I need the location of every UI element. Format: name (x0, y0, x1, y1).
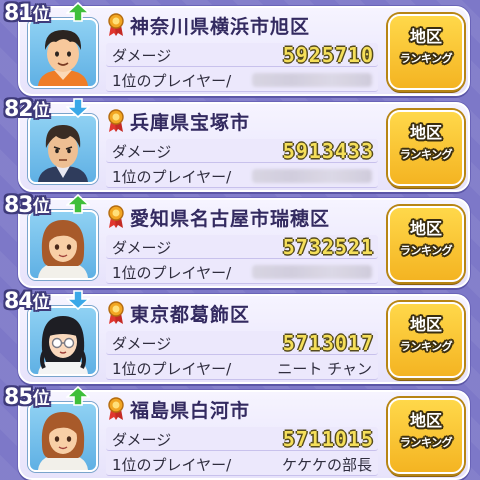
top-player-row: 1位のプレイヤー/ (106, 164, 378, 188)
man-avatar (28, 114, 98, 184)
region-name: 神奈川県横浜市旭区 (130, 16, 311, 38)
damage-row: ダメージ 5913433 (106, 139, 378, 163)
top-player-label: 1位のプレイヤー/ (112, 360, 232, 378)
blurred-player-name (252, 169, 372, 183)
medal-icon (108, 13, 124, 36)
ranking-row: 84位 東京都葛飾区 ダメージ 5713017 1位のプレイヤー/ ニート チャ… (0, 288, 480, 384)
down-arrow-icon (66, 290, 90, 310)
top-player-label: 1位のプレイヤー/ (112, 72, 232, 90)
rank-number: 85位 (4, 385, 50, 410)
blurred-player-name (252, 265, 372, 279)
district-ranking-button[interactable]: 地区 ランキング (388, 302, 464, 378)
ranking-list: 81位 神奈川県横浜市旭区 ダメージ 5925710 1位のプレイヤー/ 地区 … (0, 0, 480, 480)
damage-label: ダメージ (112, 143, 172, 161)
top-player-row: 1位のプレイヤー/ ニート チャン (106, 356, 378, 380)
damage-value: 5913433 (282, 139, 374, 163)
damage-value: 5732521 (282, 235, 374, 259)
rank-number: 84位 (4, 289, 50, 314)
damage-value: 5711015 (282, 427, 374, 451)
rank-number: 83位 (4, 193, 50, 218)
rank-number: 82位 (4, 97, 50, 122)
ranking-row: 82位 兵庫県宝塚市 ダメージ 5913433 1位のプレイヤー/ 地区 ランキ… (0, 96, 480, 192)
district-ranking-button[interactable]: 地区 ランキング (388, 206, 464, 282)
damage-label: ダメージ (112, 335, 172, 353)
region-name: 東京都葛飾区 (130, 304, 251, 326)
up-arrow-icon (66, 194, 90, 214)
district-ranking-button[interactable]: 地区 ランキング (388, 110, 464, 186)
damage-value: 5925710 (282, 43, 374, 67)
blurred-player-name (252, 73, 372, 87)
top-player-label: 1位のプレイヤー/ (112, 264, 232, 282)
medal-icon (108, 397, 124, 420)
damage-row: ダメージ 5713017 (106, 331, 378, 355)
ranking-row: 85位 福島県白河市 ダメージ 5711015 1位のプレイヤー/ ケケケの部長… (0, 384, 480, 480)
ranking-row: 81位 神奈川県横浜市旭区 ダメージ 5925710 1位のプレイヤー/ 地区 … (0, 0, 480, 96)
medal-icon (108, 301, 124, 324)
top-player-label: 1位のプレイヤー/ (112, 456, 232, 474)
damage-row: ダメージ 5732521 (106, 235, 378, 259)
region-name: 兵庫県宝塚市 (130, 112, 251, 134)
damage-row: ダメージ 5925710 (106, 43, 378, 67)
up-arrow-icon (66, 2, 90, 22)
damage-label: ダメージ (112, 47, 172, 65)
top-player-label: 1位のプレイヤー/ (112, 168, 232, 186)
rank-number: 81位 (4, 1, 50, 26)
top-player-row: 1位のプレイヤー/ ケケケの部長 (106, 452, 378, 476)
medal-icon (108, 205, 124, 228)
damage-value: 5713017 (282, 331, 374, 355)
damage-label: ダメージ (112, 239, 172, 257)
top-player-name: ニート チャン (277, 360, 372, 378)
district-ranking-button[interactable]: 地区 ランキング (388, 398, 464, 474)
medal-icon (108, 109, 124, 132)
region-name: 愛知県名古屋市瑞穂区 (130, 208, 331, 230)
damage-label: ダメージ (112, 431, 172, 449)
girl-avatar (28, 402, 98, 472)
ranking-row: 83位 愛知県名古屋市瑞穂区 ダメージ 5732521 1位のプレイヤー/ 地区… (0, 192, 480, 288)
top-player-row: 1位のプレイヤー/ (106, 260, 378, 284)
glasses-girl-avatar (28, 306, 98, 376)
damage-row: ダメージ 5711015 (106, 427, 378, 451)
girl-avatar (28, 210, 98, 280)
top-player-name: ケケケの部長 (281, 456, 372, 474)
down-arrow-icon (66, 98, 90, 118)
district-ranking-button[interactable]: 地区 ランキング (388, 14, 464, 90)
boy-avatar (28, 18, 98, 88)
top-player-row: 1位のプレイヤー/ (106, 68, 378, 92)
region-name: 福島県白河市 (130, 400, 251, 422)
up-arrow-icon (66, 386, 90, 406)
